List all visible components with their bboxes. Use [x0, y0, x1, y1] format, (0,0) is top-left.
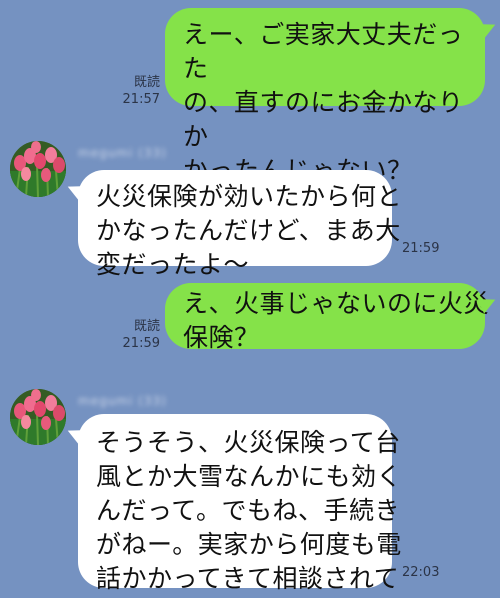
message-text-line: え、火事じゃないのに火災 [183, 289, 490, 318]
contact-avatar[interactable] [10, 141, 66, 197]
message-meta: 既読 21:57 [100, 74, 160, 108]
tulip-photo-icon [10, 141, 66, 197]
message-meta: 既読 21:59 [100, 318, 160, 352]
message-text-line: 話かかってきて相談されて [96, 564, 400, 593]
read-receipt: 既読 [133, 319, 160, 334]
message-text-line: そうそう、火災保険って台 [96, 428, 401, 457]
message-time: 22:03 [402, 565, 440, 580]
message-text-line: 変だったよ〜 [96, 250, 250, 279]
chat-thread: 既読 21:57 えー、ご実家大丈夫だったの、直すのにお金かなりかかったんじゃな… [0, 0, 500, 598]
message-text-line: えー、ご実家大丈夫だったの、直すのにお金かなりかかったんじゃない？ [183, 20, 464, 185]
read-receipt: 既読 [133, 75, 160, 90]
message-text-line: 火災保険が効いたから何と [96, 182, 403, 211]
sender-name: megumi (33) [78, 394, 167, 408]
sender-name: megumi (33) [78, 146, 167, 160]
message-time: 21:57 [122, 92, 160, 107]
outgoing-message-bubble[interactable]: えー、ご実家大丈夫だったの、直すのにお金かなりかかったんじゃない？ [165, 8, 485, 185]
message-time: 21:59 [402, 241, 440, 256]
message-time: 21:59 [122, 336, 160, 351]
message-text-line: 風とか大雪なんかにも効く [96, 462, 403, 491]
message-text-line: かなったんだけど、まあ大 [96, 216, 401, 245]
message-text-line: がねー。実家から何度も電 [96, 530, 402, 559]
tulip-photo-icon [10, 389, 66, 445]
incoming-message-bubble[interactable]: 火災保険が効いたから何と かなったんだけど、まあ大 変だったよ〜 [78, 170, 403, 279]
incoming-message-bubble[interactable]: そうそう、火災保険って台 風とか大雪なんかにも効く んだって。でもね、手続き が… [78, 414, 403, 593]
outgoing-message-bubble[interactable]: え、火事じゃないのに火災 保険？ [165, 283, 490, 352]
message-text-line: 保険？ [183, 323, 260, 352]
contact-avatar[interactable] [10, 389, 66, 445]
message-text-line: んだって。でもね、手続き [96, 496, 401, 525]
